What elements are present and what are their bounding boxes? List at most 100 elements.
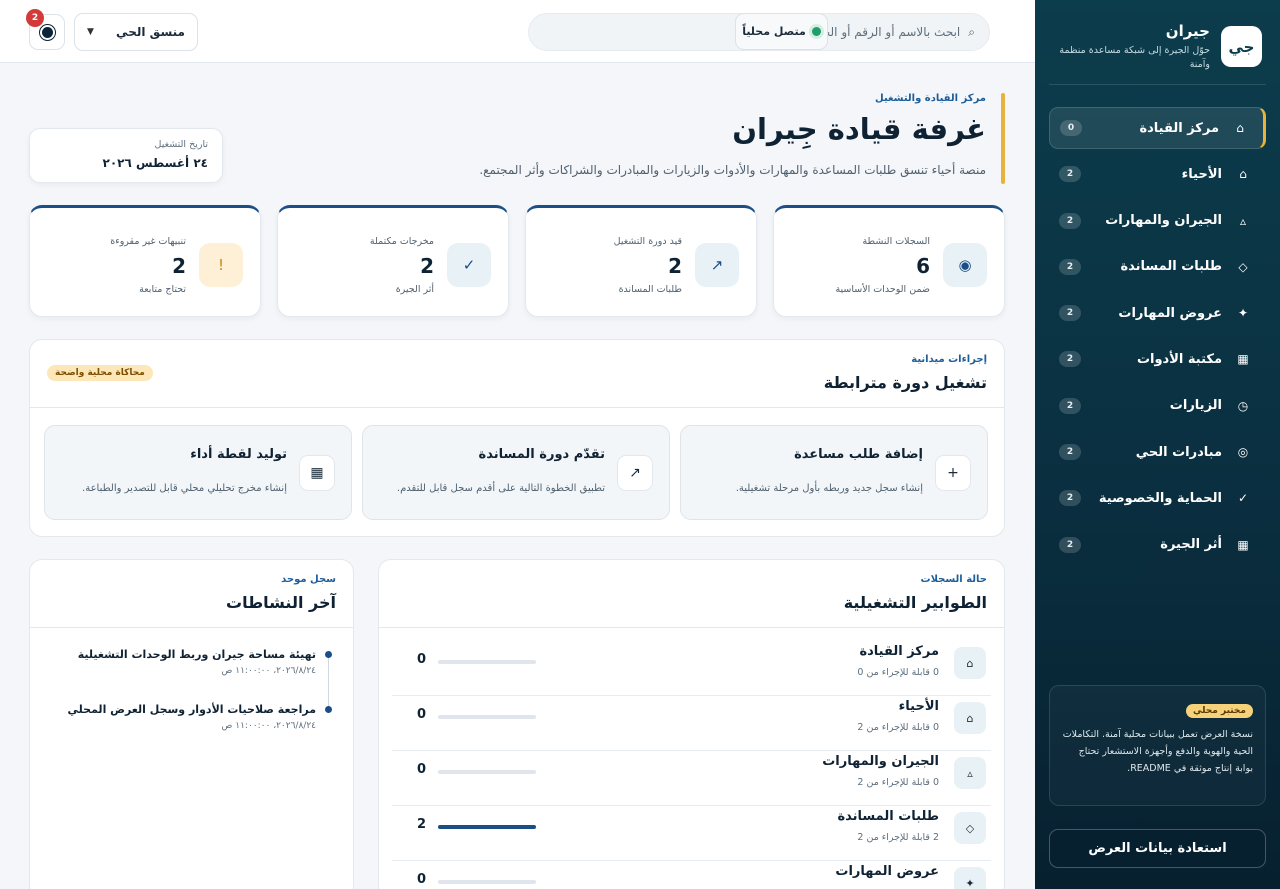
role-select[interactable]: منسق الحي ▼ xyxy=(74,13,198,51)
queues-eyebrow: حالة السجلات xyxy=(920,574,987,585)
queue-note: 0 قابلة للإجراء من 2 xyxy=(857,722,939,733)
queue-icon: ⌂ xyxy=(954,702,986,734)
sidebar-item-label: أثر الجيرة xyxy=(1160,537,1222,553)
connection-status[interactable]: متصل محلياً xyxy=(735,13,828,50)
action-description: إنشاء مخرج تحليلي محلي قابل للتصدير والط… xyxy=(82,483,287,494)
action-description: تطبيق الخطوة التالية على أقدم سجل قابل ل… xyxy=(396,483,605,494)
stat-value: 2 xyxy=(668,254,682,278)
notifications-button[interactable]: 2 xyxy=(26,9,65,50)
action-title: تقدّم دورة المساندة xyxy=(478,447,605,462)
queue-note: 0 قابلة للإجراء من 0 xyxy=(857,667,939,678)
grid-icon: ▦ xyxy=(299,455,335,491)
queue-name: مركز القيادة xyxy=(859,644,939,659)
sidebar-item[interactable]: ▦ مكتبة الأدوات 2 xyxy=(1049,338,1266,380)
queue-icon: ◇ xyxy=(954,812,986,844)
actions-title: تشغيل دورة مترابطة xyxy=(823,373,987,392)
recent-activity-panel: سجل موحد آخر النشاطات تهيئة مساحة جيران … xyxy=(29,559,354,889)
queue-icon: ⌂ xyxy=(954,647,986,679)
timeline-dot-icon xyxy=(325,706,332,713)
status-dot-icon xyxy=(811,27,821,36)
queue-row[interactable]: ◇ طلبات المساندة 2 قابلة للإجراء من 2 2 xyxy=(392,806,991,861)
queue-row[interactable]: ⌂ مركز القيادة 0 قابلة للإجراء من 0 0 xyxy=(392,641,991,696)
queue-row[interactable]: ⌂ الأحياء 0 قابلة للإجراء من 2 0 xyxy=(392,696,991,751)
queue-progress-bar xyxy=(438,825,536,829)
queue-progress-bar xyxy=(438,660,536,664)
lab-text: نسخة العرض تعمل ببيانات محلية آمنة. التك… xyxy=(1062,729,1253,774)
action-card[interactable]: + إضافة طلب مساعدة إنشاء سجل جديد وربطه بأ… xyxy=(680,425,988,520)
notification-count-badge: 2 xyxy=(26,9,44,27)
queue-name: الأحياء xyxy=(898,699,939,714)
sidebar-item-count: 2 xyxy=(1059,258,1081,275)
sidebar-item-label: الجيران والمهارات xyxy=(1105,213,1222,229)
brand-logo[interactable]: جي xyxy=(1221,26,1262,67)
queue-row[interactable]: ▵ الجيران والمهارات 0 قابلة للإجراء من 2 0 xyxy=(392,751,991,806)
plus-icon: + xyxy=(935,455,971,491)
date-label: تاريخ التشغيل xyxy=(154,139,208,150)
stat-label: السجلات النشطة xyxy=(862,236,930,247)
sidebar-item[interactable]: ⌂ مركز القيادة 0 xyxy=(1049,107,1266,149)
sidebar-item-count: 2 xyxy=(1059,444,1081,461)
triangle-icon: ▵ xyxy=(1239,213,1247,228)
sidebar-item[interactable]: ▦ أثر الجيرة 2 xyxy=(1049,524,1266,566)
sidebar-item-label: طلبات المساندة xyxy=(1120,259,1222,275)
sparkle-icon: ✦ xyxy=(1237,306,1249,321)
check-icon: ✓ xyxy=(1237,491,1249,506)
stat-label: تنبيهات غير مقروءة xyxy=(110,236,186,247)
sidebar-item[interactable]: ◎ مبادرات الحي 2 xyxy=(1049,431,1266,473)
simulation-badge: محاكاة محلية واضحة xyxy=(47,365,153,381)
queue-progress-bar xyxy=(438,715,536,719)
queue-icon: ✦ xyxy=(954,867,986,889)
brand-name: جيران xyxy=(1165,22,1210,40)
chevron-down-icon: ▼ xyxy=(87,27,94,37)
sidebar-item-label: الأحياء xyxy=(1181,166,1222,182)
page-eyebrow: مركز القيادة والتشغيل xyxy=(875,93,986,104)
stat-note: أثر الجيرة xyxy=(395,284,434,295)
field-actions-panel: إجراءات ميدانية تشغيل دورة مترابطة محاكا… xyxy=(29,339,1005,537)
queue-list: ⌂ مركز القيادة 0 قابلة للإجراء من 0 0 ⌂ الأحي… xyxy=(392,641,991,889)
stat-value: 2 xyxy=(172,254,186,278)
stat-card: ✓ مخرجات مكتملة 2 أثر الجيرة xyxy=(277,205,509,317)
sidebar-item[interactable]: ◇ طلبات المساندة 2 xyxy=(1049,246,1266,288)
sidebar-item-label: عروض المهارات xyxy=(1118,305,1222,321)
queue-row[interactable]: ✦ عروض المهارات 0 xyxy=(392,861,991,889)
sidebar-item-label: الزيارات xyxy=(1169,398,1222,414)
queue-value: 0 xyxy=(417,872,427,887)
action-card[interactable]: ▦ توليد لقطة أداء إنشاء مخرج تحليلي محلي ق… xyxy=(44,425,352,520)
stat-card: ◉ السجلات النشطة 6 ضمن الوحدات الأساسية xyxy=(773,205,1005,317)
check-icon: ✓ xyxy=(447,243,491,287)
target-icon: ◎ xyxy=(1237,445,1249,460)
activity-timeline: تهيئة مساحة جيران وربط الوحدات التشغيلية… xyxy=(47,648,336,758)
search-icon: ⌕ xyxy=(968,24,975,39)
sidebar-item-count: 2 xyxy=(1059,351,1081,368)
operational-queues-panel: حالة السجلات الطوابير التشغيلية ⌂ مركز ال… xyxy=(378,559,1005,889)
date-value: ٢٤ أغسطس ٢٠٢٦ xyxy=(102,156,208,170)
restore-demo-data-button[interactable]: استعادة بيانات العرض xyxy=(1049,829,1266,868)
sidebar-nav: ⌂ مركز القيادة 0 ⌂ الأحياء 2 ▵ الجيران والمهارا… xyxy=(1049,107,1266,570)
local-lab-notice: مختبر محلي نسخة العرض تعمل ببيانات محلية… xyxy=(1049,685,1266,806)
sidebar-item-count: 2 xyxy=(1059,212,1081,229)
sidebar-item[interactable]: ✦ عروض المهارات 2 xyxy=(1049,292,1266,334)
activity-text: مراجعة صلاحيات الأدوار وسجل العرض المحلي xyxy=(67,703,316,716)
role-value: منسق الحي xyxy=(116,25,185,39)
sidebar-item[interactable]: ◷ الزيارات 2 xyxy=(1049,385,1266,427)
sidebar-item[interactable]: ▵ الجيران والمهارات 2 xyxy=(1049,200,1266,242)
sidebar-item-label: مبادرات الحي xyxy=(1135,444,1222,460)
sidebar-item-label: مركز القيادة xyxy=(1139,120,1219,136)
queue-value: 0 xyxy=(417,762,427,777)
action-title: إضافة طلب مساعدة xyxy=(794,447,923,462)
activity-item: مراجعة صلاحيات الأدوار وسجل العرض المحلي… xyxy=(47,703,336,758)
sidebar-item[interactable]: ⌂ الأحياء 2 xyxy=(1049,153,1266,195)
arrow-icon: ↗ xyxy=(617,455,653,491)
clock-icon: ◷ xyxy=(1237,398,1249,413)
chart-icon: ▦ xyxy=(1237,537,1249,552)
activity-eyebrow: سجل موحد xyxy=(281,574,336,585)
activity-item: تهيئة مساحة جيران وربط الوحدات التشغيلية… xyxy=(47,648,336,703)
queue-note: 2 قابلة للإجراء من 2 xyxy=(857,832,939,843)
sidebar-item[interactable]: ✓ الحماية والخصوصية 2 xyxy=(1049,477,1266,519)
actions-eyebrow: إجراءات ميدانية xyxy=(911,354,987,365)
divider xyxy=(1049,84,1266,85)
notification-icon xyxy=(41,26,53,38)
activity-text: تهيئة مساحة جيران وربط الوحدات التشغيلية xyxy=(77,648,316,661)
stat-label: مخرجات مكتملة xyxy=(369,236,434,247)
action-card[interactable]: ↗ تقدّم دورة المساندة تطبيق الخطوة التالية… xyxy=(362,425,670,520)
